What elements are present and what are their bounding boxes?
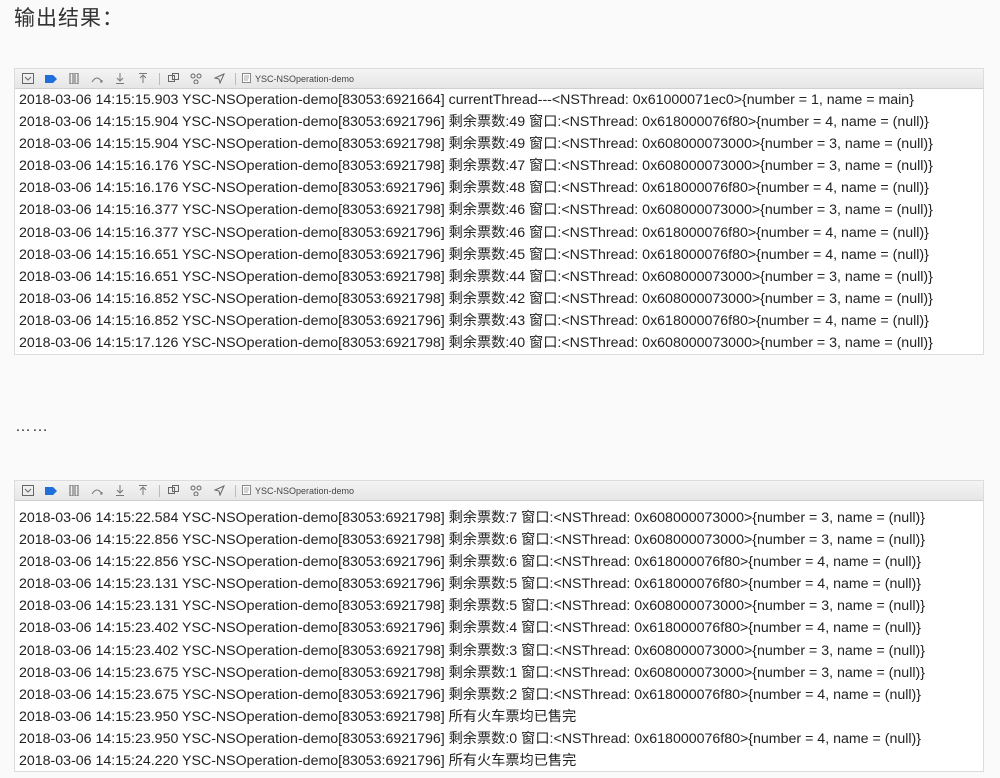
breakpoints-icon[interactable] [44,484,58,498]
log-line: 2018-03-06 14:15:16.377 YSC-NSOperation-… [19,224,929,241]
console-log: 2018-03-06 14:15:15.903 YSC-NSOperation-… [15,89,983,354]
log-line: 2018-03-06 14:15:15.904 YSC-NSOperation-… [19,114,929,131]
target-selector[interactable]: YSC-NSOperation-demo [242,72,355,85]
view-hierarchy-icon[interactable] [166,72,180,86]
step-out-icon[interactable] [136,72,150,86]
debug-console-panel-1: YSC-NSOperation-demo 2018-03-06 14:15:15… [14,68,984,355]
log-line: 2018-03-06 14:15:16.852 YSC-NSOperation-… [19,312,929,329]
pause-icon[interactable] [67,484,81,498]
location-icon[interactable] [212,72,226,86]
debug-console-panel-2: YSC-NSOperation-demo 2018-03-06 14:15:22… [14,480,984,772]
log-line: 2018-03-06 14:15:15.903 YSC-NSOperation-… [19,92,914,108]
log-line: 2018-03-06 14:15:23.675 YSC-NSOperation-… [19,686,922,703]
log-line: 2018-03-06 14:15:23.675 YSC-NSOperation-… [19,664,925,681]
view-hierarchy-icon[interactable] [166,484,180,498]
toolbar-divider [235,484,236,497]
ellipsis: …… [15,418,49,435]
breakpoints-icon[interactable] [44,72,58,86]
log-line: 2018-03-06 14:15:23.131 YSC-NSOperation-… [19,598,925,615]
target-selector[interactable]: YSC-NSOperation-demo [242,484,355,497]
log-line: 2018-03-06 14:15:22.584 YSC-NSOperation-… [19,510,925,526]
page-heading: 输出结果： [14,6,124,30]
log-line: 2018-03-06 14:15:23.950 YSC-NSOperation-… [19,730,922,747]
log-line: 2018-03-06 14:15:24.220 YSC-NSOperation-… [19,753,577,770]
log-line: 2018-03-06 14:15:16.651 YSC-NSOperation-… [19,246,929,263]
toolbar-divider [235,72,236,85]
location-icon[interactable] [212,484,226,498]
log-line: 2018-03-06 14:15:16.377 YSC-NSOperation-… [19,202,933,219]
memory-graph-icon[interactable] [189,72,203,86]
toolbar-divider [159,484,160,497]
target-name: YSC-NSOperation-demo [255,485,355,496]
hide-console-icon[interactable] [21,72,35,86]
log-line: 2018-03-06 14:15:15.904 YSC-NSOperation-… [19,136,933,153]
log-line: 2018-03-06 14:15:22.856 YSC-NSOperation-… [19,554,922,571]
toolbar-divider [159,72,160,85]
pause-icon[interactable] [67,72,81,86]
log-line: 2018-03-06 14:15:23.402 YSC-NSOperation-… [19,620,922,637]
log-line: 2018-03-06 14:15:16.852 YSC-NSOperation-… [19,290,933,307]
target-name: YSC-NSOperation-demo [255,73,355,84]
step-out-icon[interactable] [136,484,150,498]
debug-toolbar: YSC-NSOperation-demo [15,481,983,501]
log-line: 2018-03-06 14:15:16.176 YSC-NSOperation-… [19,180,929,197]
log-line: 2018-03-06 14:15:17.126 YSC-NSOperation-… [19,335,933,352]
log-line: 2018-03-06 14:15:16.176 YSC-NSOperation-… [19,158,933,175]
log-line: 2018-03-06 14:15:23.402 YSC-NSOperation-… [19,642,925,659]
hide-console-icon[interactable] [21,484,35,498]
step-over-icon[interactable] [90,72,104,86]
step-into-icon[interactable] [113,72,127,86]
log-line: 2018-03-06 14:15:23.131 YSC-NSOperation-… [19,576,922,593]
step-over-icon[interactable] [90,484,104,498]
log-line: 2018-03-06 14:15:23.950 YSC-NSOperation-… [19,708,577,725]
memory-graph-icon[interactable] [189,484,203,498]
debug-toolbar: YSC-NSOperation-demo [15,69,983,89]
file-icon [242,72,251,85]
log-line: 2018-03-06 14:15:22.856 YSC-NSOperation-… [19,532,925,549]
log-line: 2018-03-06 14:15:16.651 YSC-NSOperation-… [19,268,933,285]
console-log: 2018-03-06 14:15:22.584 YSC-NSOperation-… [15,501,983,772]
file-icon [242,484,251,497]
step-into-icon[interactable] [113,484,127,498]
